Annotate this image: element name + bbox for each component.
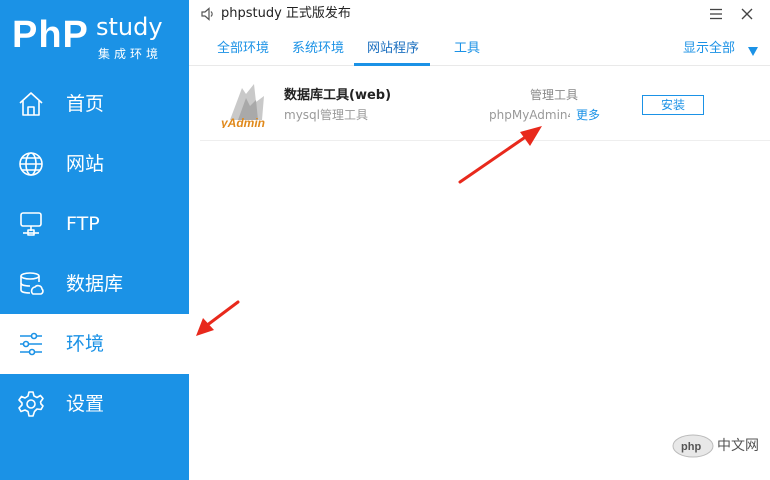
tab-website-programs[interactable]: 网站程序 xyxy=(367,40,419,58)
sidebar-item-label: 数据库 xyxy=(66,273,124,295)
globe-icon xyxy=(17,150,45,178)
title-bar: phpstudy 正式版发布 xyxy=(189,0,770,28)
logo-study: study xyxy=(96,13,163,41)
show-all-link[interactable]: 显示全部 xyxy=(683,40,735,58)
app-description: mysql管理工具 xyxy=(284,108,368,122)
close-icon[interactable] xyxy=(740,6,754,20)
sidebar-item-label: 环境 xyxy=(66,333,105,355)
watermark-text: 中文网 xyxy=(717,438,759,454)
sidebar-item-label: 首页 xyxy=(66,93,105,115)
sidebar: PhP study 集成环境 首页 网站 FTP 数据库 环境 设置 xyxy=(0,0,189,480)
sidebar-nav: 首页 网站 FTP 数据库 环境 设置 xyxy=(0,74,189,434)
tab-tools[interactable]: 工具 xyxy=(454,40,480,58)
speaker-icon xyxy=(200,6,216,22)
sidebar-item-environment[interactable]: 环境 xyxy=(0,314,189,374)
sidebar-item-home[interactable]: 首页 xyxy=(0,74,189,134)
ftp-server-icon xyxy=(17,210,45,238)
app-logo: PhP study 集成环境 xyxy=(0,0,189,72)
php-badge-icon: php xyxy=(672,434,714,458)
tab-system-environments[interactable]: 系统环境 xyxy=(292,40,344,58)
home-icon xyxy=(17,90,45,118)
sidebar-item-label: 网站 xyxy=(66,153,105,175)
sidebar-item-website[interactable]: 网站 xyxy=(0,134,189,194)
watermark: php 中文网 xyxy=(672,434,764,458)
sidebar-item-database[interactable]: 数据库 xyxy=(0,254,189,314)
window-title: phpstudy 正式版发布 xyxy=(221,6,351,21)
phpmyadmin-logo: yAdmin xyxy=(220,82,272,130)
menu-icon[interactable] xyxy=(709,6,723,20)
app-category: 管理工具 xyxy=(530,88,579,102)
sidebar-item-label: FTP xyxy=(66,213,100,235)
category-tabs: 全部环境 系统环境 网站程序 工具 显示全部 xyxy=(189,30,770,66)
sliders-icon xyxy=(17,330,45,358)
install-button[interactable]: 安装 xyxy=(642,95,704,115)
annotation-arrow-more xyxy=(458,126,542,184)
sidebar-item-ftp[interactable]: FTP xyxy=(0,194,189,254)
phpstudy-window: PhP study 集成环境 首页 网站 FTP 数据库 环境 设置 phpst… xyxy=(0,0,770,480)
watermark-badge-text: php xyxy=(681,441,701,453)
sidebar-item-settings[interactable]: 设置 xyxy=(0,374,189,434)
more-link[interactable]: 更多 xyxy=(576,106,600,124)
sidebar-item-label: 设置 xyxy=(66,393,105,415)
database-icon xyxy=(17,270,45,298)
gear-icon xyxy=(17,390,45,418)
tab-all-environments[interactable]: 全部环境 xyxy=(217,40,269,58)
app-name: 数据库工具(web) xyxy=(284,88,392,103)
logo-php: PhP xyxy=(12,14,89,56)
app-logo-text: yAdmin xyxy=(220,116,265,128)
triangle-down-icon[interactable] xyxy=(747,42,759,56)
annotation-arrow-sidebar xyxy=(196,300,240,336)
logo-subtitle: 集成环境 xyxy=(98,47,163,61)
